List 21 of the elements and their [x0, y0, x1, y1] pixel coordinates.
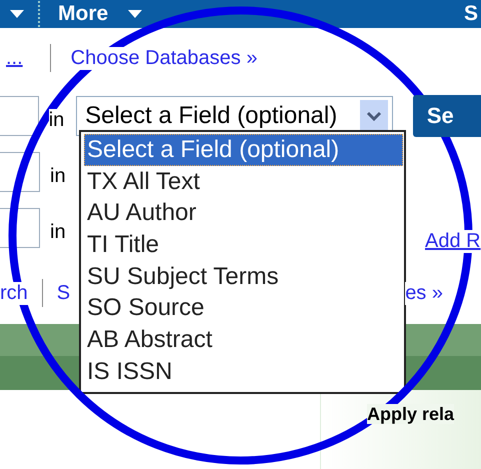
search-button[interactable]: Se	[412, 95, 481, 137]
link[interactable]: rch	[0, 282, 28, 304]
link[interactable]: es »	[405, 282, 443, 304]
dropdown-option[interactable]: AB Abstract	[84, 324, 404, 356]
dropdown-option[interactable]: IS ISSN	[84, 356, 404, 388]
dropdown-option[interactable]: SU Subject Terms	[84, 260, 404, 292]
choose-databases-link[interactable]: Choose Databases »	[70, 46, 258, 70]
dropdown-option[interactable]: SO Source	[84, 292, 404, 324]
dropdown-option[interactable]: TX All Text	[84, 166, 404, 198]
dropdown-option[interactable]: Select a Field (optional)	[84, 134, 403, 166]
dropdown-option[interactable]: TI Title	[84, 229, 404, 261]
link[interactable]: ...	[6, 46, 23, 70]
nav-text[interactable]: S	[464, 2, 478, 26]
more-menu[interactable]: More	[58, 0, 108, 28]
add-row-link[interactable]: Add R	[425, 230, 481, 252]
caret-icon[interactable]	[10, 10, 24, 18]
chevron-down-icon	[366, 111, 382, 121]
panel-heading: Apply rela	[367, 404, 454, 424]
caret-icon[interactable]	[128, 10, 142, 18]
search-input[interactable]	[0, 96, 39, 136]
dropdown-option[interactable]: AU Author	[84, 197, 404, 230]
